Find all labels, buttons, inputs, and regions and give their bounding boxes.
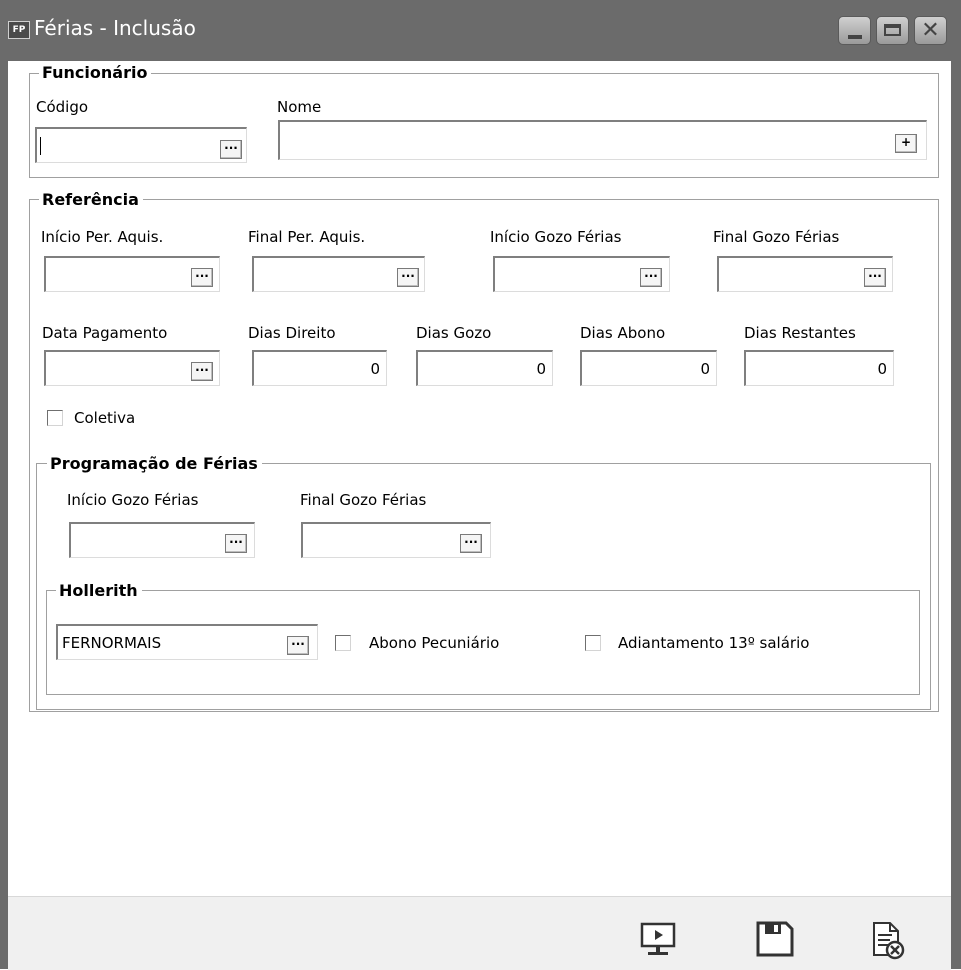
dias-gozo-field[interactable]: 0	[416, 350, 553, 386]
final-gozo-ferias-lookup-button[interactable]: ···	[864, 268, 886, 287]
inicio-gozo-ferias-lookup-button[interactable]: ···	[640, 268, 662, 287]
inicio-gozo-ferias-label: Início Gozo Férias	[490, 228, 622, 246]
nome-label: Nome	[277, 98, 322, 116]
dias-abono-value: 0	[700, 360, 710, 378]
cancel-button[interactable]	[868, 921, 910, 961]
final-per-aquis-label: Final Per. Aquis.	[248, 228, 366, 246]
window-frame-left	[0, 61, 8, 969]
adiantamento-13-checkbox[interactable]	[585, 635, 601, 651]
app-icon: FP	[8, 21, 30, 39]
final-gozo-ferias-field[interactable]: ···	[717, 256, 893, 292]
close-button[interactable]: ✕	[914, 16, 947, 45]
hollerith-value: FERNORMAIS	[62, 634, 162, 652]
dias-abono-label: Dias Abono	[580, 324, 666, 342]
nome-field[interactable]: +	[278, 120, 927, 160]
minimize-button[interactable]	[838, 16, 871, 45]
close-icon: ✕	[921, 18, 940, 43]
data-pagamento-field[interactable]: ···	[44, 350, 220, 386]
dias-gozo-value: 0	[536, 360, 546, 378]
preview-icon	[640, 922, 676, 955]
final-per-aquis-field[interactable]: ···	[252, 256, 425, 292]
preview-button[interactable]	[638, 921, 680, 961]
referencia-legend: Referência	[39, 190, 143, 209]
window-title: Férias - Inclusão	[34, 16, 196, 40]
funcionario-legend: Funcionário	[39, 63, 152, 82]
inicio-per-aquis-field[interactable]: ···	[44, 256, 220, 292]
programacao-final-gozo-lookup-button[interactable]: ···	[460, 534, 482, 553]
maximize-button[interactable]	[876, 16, 909, 45]
codigo-lookup-button[interactable]: ···	[220, 140, 242, 159]
abono-pecuniario-checkbox[interactable]	[335, 635, 351, 651]
programacao-inicio-gozo-label: Início Gozo Férias	[67, 491, 199, 509]
dias-direito-label: Dias Direito	[248, 324, 336, 342]
programacao-inicio-gozo-lookup-button[interactable]: ···	[225, 534, 247, 553]
dias-direito-value: 0	[370, 360, 380, 378]
maximize-icon	[884, 24, 901, 36]
programacao-final-gozo-label: Final Gozo Férias	[300, 491, 427, 509]
programacao-legend: Programação de Férias	[47, 454, 262, 473]
dias-direito-field[interactable]: 0	[252, 350, 387, 386]
programacao-final-gozo-field[interactable]: ···	[301, 522, 491, 558]
programacao-inicio-gozo-field[interactable]: ···	[69, 522, 255, 558]
hollerith-lookup-button[interactable]: ···	[287, 636, 309, 655]
final-gozo-ferias-label: Final Gozo Férias	[713, 228, 840, 246]
coletiva-checkbox[interactable]	[47, 410, 63, 426]
abono-pecuniario-label[interactable]: Abono Pecuniário	[369, 634, 499, 652]
dias-restantes-field[interactable]: 0	[744, 350, 894, 386]
inicio-gozo-ferias-field[interactable]: ···	[493, 256, 670, 292]
save-button[interactable]	[755, 921, 797, 961]
dias-abono-field[interactable]: 0	[580, 350, 717, 386]
codigo-field[interactable]: ···	[35, 127, 247, 163]
bottom-toolbar	[8, 896, 951, 970]
minimize-icon	[848, 35, 862, 39]
title-bar[interactable]: FP Férias - Inclusão ✕	[0, 0, 961, 61]
cancel-document-icon	[873, 922, 905, 960]
data-pagamento-lookup-button[interactable]: ···	[191, 362, 213, 381]
data-pagamento-label: Data Pagamento	[42, 324, 168, 342]
inicio-per-aquis-label: Início Per. Aquis.	[41, 228, 164, 246]
hollerith-field[interactable]: FERNORMAIS ···	[56, 624, 318, 660]
dias-gozo-label: Dias Gozo	[416, 324, 492, 342]
dias-restantes-value: 0	[877, 360, 887, 378]
text-caret	[40, 137, 41, 155]
adiantamento-13-label[interactable]: Adiantamento 13º salário	[618, 634, 809, 652]
nome-add-button[interactable]: +	[895, 134, 917, 153]
codigo-label: Código	[36, 98, 89, 116]
save-icon	[756, 921, 794, 957]
final-per-aquis-lookup-button[interactable]: ···	[397, 268, 419, 287]
window-frame-right	[951, 61, 961, 969]
hollerith-legend: Hollerith	[56, 581, 142, 600]
coletiva-label[interactable]: Coletiva	[74, 409, 135, 427]
inicio-per-aquis-lookup-button[interactable]: ···	[191, 268, 213, 287]
dias-restantes-label: Dias Restantes	[744, 324, 856, 342]
